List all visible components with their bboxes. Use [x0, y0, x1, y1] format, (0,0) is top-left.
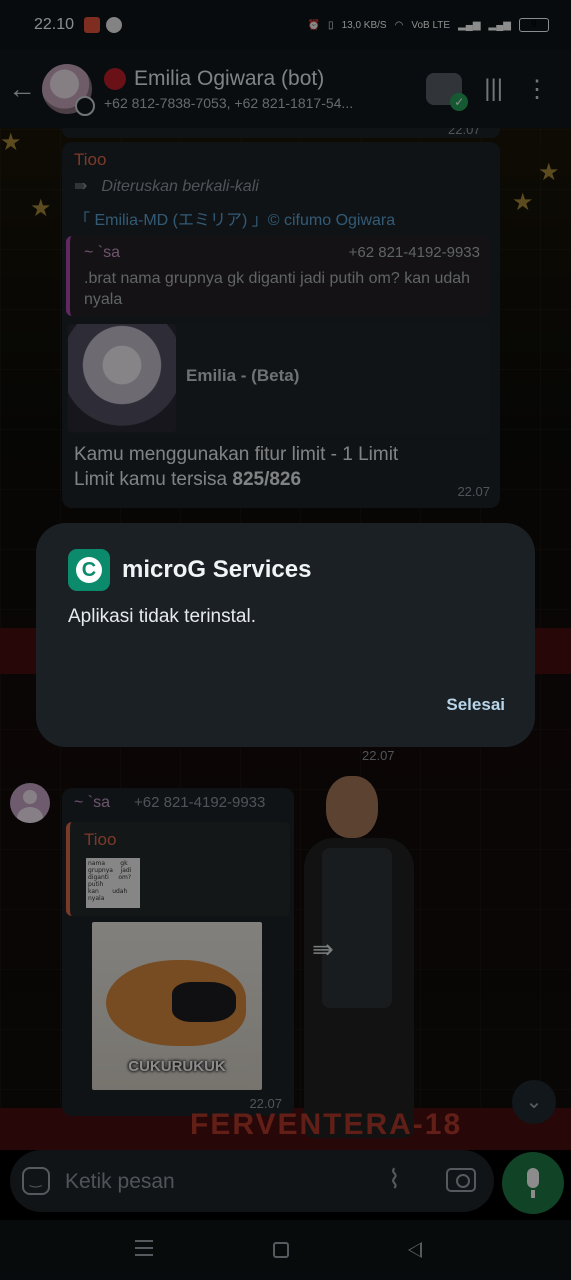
error-dialog: microG Services Aplikasi tidak terinstal… — [36, 523, 535, 747]
microg-app-icon — [68, 549, 110, 591]
done-button[interactable]: Selesai — [446, 695, 505, 715]
dialog-title: microG Services — [122, 556, 312, 583]
dialog-message: Aplikasi tidak terinstal. — [68, 606, 256, 627]
